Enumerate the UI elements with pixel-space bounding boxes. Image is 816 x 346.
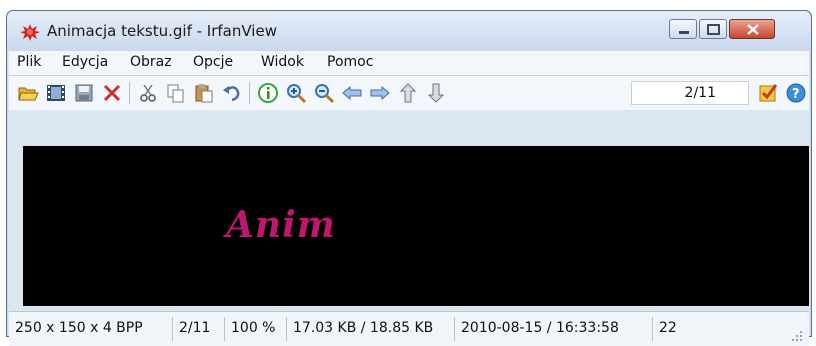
status-page-text: 2/11	[179, 320, 211, 336]
title-bar[interactable]: Animacja tekstu.gif - IrfanView	[7, 11, 811, 51]
irfanview-window: Animacja tekstu.gif - IrfanView Plik Edy…	[6, 10, 812, 346]
info-icon[interactable]	[257, 82, 279, 104]
menu-bar: Plik Edycja Obraz Opcje Widok Pomoc	[9, 51, 809, 76]
status-zoom: 100 %	[225, 317, 287, 341]
status-dimensions: 250 x 150 x 4 BPP	[9, 317, 173, 341]
help-icon[interactable]: ?	[785, 82, 807, 104]
status-frame-delay-text: 22	[659, 320, 677, 336]
undo-icon[interactable]	[221, 82, 243, 104]
maximize-icon	[707, 24, 720, 35]
status-dimensions-text: 250 x 150 x 4 BPP	[15, 320, 143, 336]
status-file-size-text: 17.03 KB / 18.85 KB	[293, 320, 434, 336]
cut-icon[interactable]	[137, 82, 159, 104]
menu-obraz[interactable]: Obraz	[130, 54, 172, 70]
status-datetime: 2010-08-15 / 16:33:58	[455, 317, 653, 341]
resize-grip-icon[interactable]	[791, 330, 803, 342]
status-zoom-text: 100 %	[231, 320, 276, 336]
menu-plik[interactable]: Plik	[17, 54, 41, 70]
toolbar-separator	[249, 82, 250, 104]
menu-pomoc[interactable]: Pomoc	[327, 54, 373, 70]
maximize-button[interactable]	[699, 19, 727, 39]
minimize-icon	[679, 31, 689, 34]
menu-edycja[interactable]: Edycja	[62, 54, 108, 70]
status-page: 2/11	[173, 317, 225, 341]
window-title: Animacja tekstu.gif - IrfanView	[47, 22, 277, 40]
irfanview-app-icon	[20, 24, 40, 41]
zoom-out-icon[interactable]	[313, 82, 335, 104]
svg-text:?: ?	[792, 87, 800, 102]
status-datetime-text: 2010-08-15 / 16:33:58	[461, 320, 619, 336]
status-file-size: 17.03 KB / 18.85 KB	[287, 317, 455, 341]
toolbar-separator	[129, 82, 130, 104]
delete-icon[interactable]	[101, 82, 123, 104]
zoom-in-icon[interactable]	[285, 82, 307, 104]
status-bar: 250 x 150 x 4 BPP 2/11 100 % 17.03 KB / …	[9, 311, 809, 346]
menu-widok[interactable]: Widok	[261, 54, 304, 70]
filmstrip-icon[interactable]	[45, 82, 67, 104]
animated-gif-frame-text: Anim	[226, 204, 336, 246]
options-checkbox-icon[interactable]	[757, 82, 779, 104]
open-folder-icon[interactable]	[17, 82, 39, 104]
page-number-value: 2/11	[684, 85, 716, 101]
image-view[interactable]: Anim	[23, 146, 809, 306]
minimize-button[interactable]	[669, 19, 697, 39]
next-icon[interactable]	[369, 82, 391, 104]
menu-opcje[interactable]: Opcje	[193, 54, 233, 70]
copy-icon[interactable]	[165, 82, 187, 104]
toolbar: 2/11 ?	[9, 76, 809, 110]
paste-icon[interactable]	[193, 82, 215, 104]
close-icon	[747, 24, 759, 35]
close-button[interactable]	[729, 19, 775, 39]
status-frame-delay: 22	[653, 317, 809, 341]
first-icon[interactable]	[397, 82, 419, 104]
page-number-field[interactable]: 2/11	[631, 81, 749, 105]
last-icon[interactable]	[425, 82, 447, 104]
previous-icon[interactable]	[341, 82, 363, 104]
save-icon[interactable]	[73, 82, 95, 104]
